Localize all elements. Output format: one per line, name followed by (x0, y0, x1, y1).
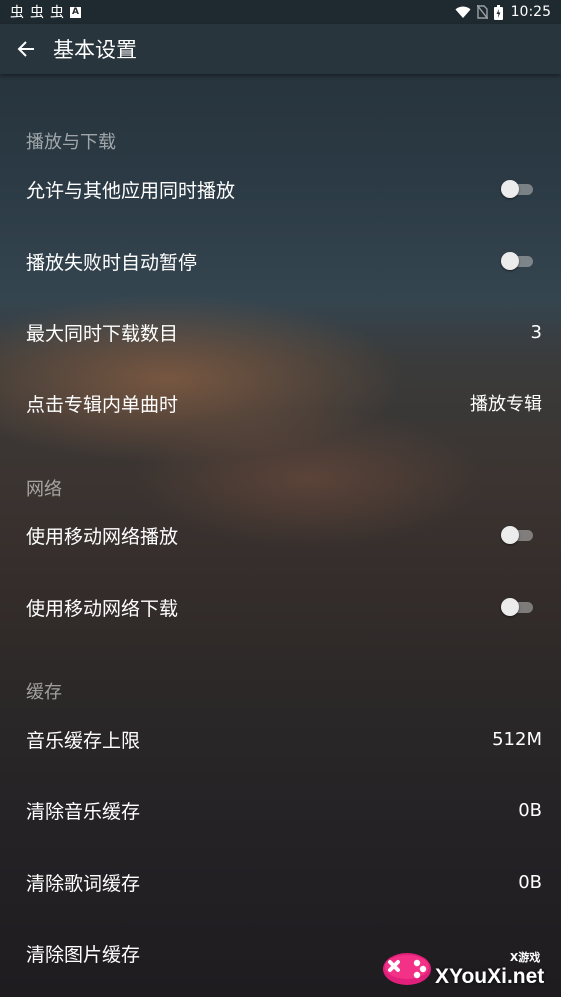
arrow-back-icon (17, 41, 34, 57)
setting-row-album-track-click[interactable]: 点击专辑内单曲时 播放专辑 (0, 367, 561, 439)
watermark-en: XYouXi.net (435, 965, 545, 988)
section-header-network: 网络 (26, 479, 62, 500)
toggle-switch[interactable] (501, 597, 533, 617)
a-badge-icon: A (70, 6, 81, 18)
notification-icon: 虫 (10, 5, 24, 21)
section-header-cache: 缓存 (26, 682, 62, 703)
gamepad-logo-icon (383, 953, 431, 985)
setting-value: 3 (530, 321, 542, 343)
notification-icon: 虫 (50, 5, 64, 21)
setting-row-mix-playback[interactable]: 允许与其他应用同时播放 (0, 153, 561, 225)
switch-thumb (501, 180, 519, 198)
toggle-switch[interactable] (501, 179, 533, 199)
status-time: 10:25 (510, 4, 551, 20)
no-sim-icon (476, 5, 488, 19)
section-header-playback: 播放与下载 (26, 132, 116, 153)
status-left: 虫 虫 虫 A (10, 2, 81, 22)
setting-label: 播放失败时自动暂停 (26, 251, 198, 274)
setting-label: 清除歌词缓存 (26, 872, 141, 895)
setting-row-cache-limit[interactable]: 音乐缓存上限 512M (0, 703, 561, 775)
watermark-text: X游戏 XYouXi.net (435, 949, 544, 989)
page-title: 基本设置 (53, 38, 137, 62)
setting-row-mobile-download[interactable]: 使用移动网络下载 (0, 571, 561, 643)
setting-value: 播放专辑 (470, 394, 542, 415)
status-right: 10:25 (455, 4, 551, 20)
setting-label: 使用移动网络播放 (26, 525, 179, 548)
setting-value: 512M (492, 728, 542, 750)
watermark: X游戏 XYouXi.net (381, 927, 553, 989)
back-button[interactable] (0, 24, 52, 74)
toggle-switch[interactable] (501, 525, 533, 545)
toggle-switch[interactable] (501, 251, 533, 271)
setting-row-max-downloads[interactable]: 最大同时下载数目 3 (0, 296, 561, 368)
setting-row-clear-music-cache[interactable]: 清除音乐缓存 0B (0, 774, 561, 846)
wifi-icon (455, 6, 471, 18)
setting-label: 音乐缓存上限 (26, 729, 141, 752)
switch-thumb (501, 252, 519, 270)
setting-row-mobile-play[interactable]: 使用移动网络播放 (0, 499, 561, 571)
status-bar: 虫 虫 虫 A 10:25 (0, 0, 561, 24)
setting-label: 清除音乐缓存 (26, 800, 141, 823)
setting-value: 0B (518, 871, 542, 893)
setting-row-clear-lyrics-cache[interactable]: 清除歌词缓存 0B (0, 846, 561, 918)
watermark-cn: X游戏 (509, 951, 541, 964)
battery-icon (493, 4, 503, 20)
setting-label: 允许与其他应用同时播放 (26, 179, 236, 202)
switch-thumb (501, 598, 519, 616)
app-bar: 基本设置 (0, 24, 561, 74)
setting-row-auto-pause[interactable]: 播放失败时自动暂停 (0, 225, 561, 297)
setting-value: 0B (518, 799, 542, 821)
notification-icon: 虫 (30, 5, 44, 21)
setting-label: 使用移动网络下载 (26, 597, 179, 620)
switch-thumb (501, 526, 519, 544)
setting-label: 点击专辑内单曲时 (26, 393, 179, 416)
setting-label: 最大同时下载数目 (26, 322, 179, 345)
setting-label: 清除图片缓存 (26, 943, 141, 966)
